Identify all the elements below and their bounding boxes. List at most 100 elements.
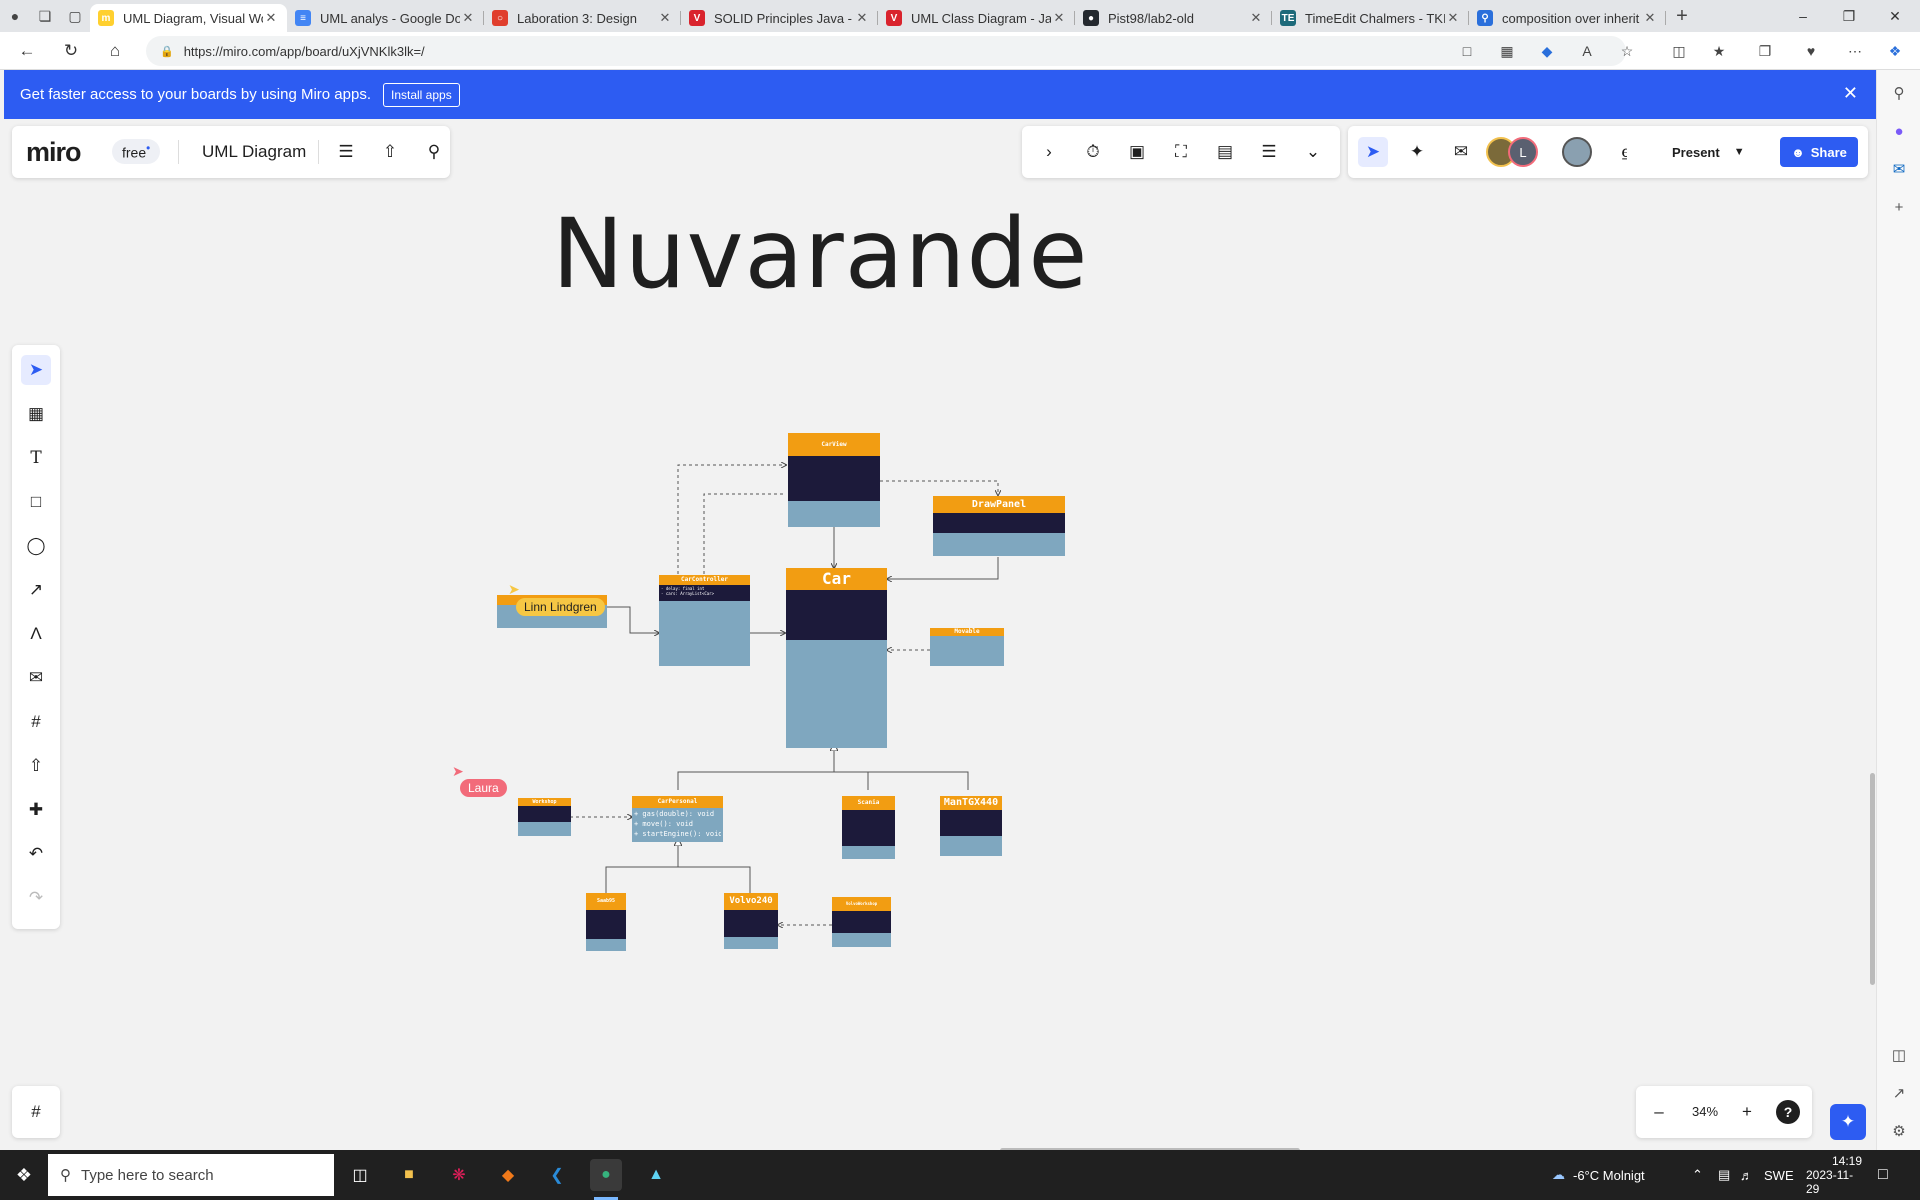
add-sidebar-icon[interactable]: +: [1888, 196, 1910, 218]
class-methods: [724, 937, 778, 949]
browser-tab[interactable]: ○ Laboration 3: Design ✕: [484, 4, 681, 32]
browser-tab-strip: ● ❏ ▢ m UML Diagram, Visual Wo ✕ ≡ UML analy…: [0, 0, 1920, 32]
clock[interactable]: 14:19 2023-11-29: [1806, 1150, 1862, 1200]
sidebar-toggle-icon[interactable]: ◫: [1888, 1044, 1910, 1066]
windows-start-icon[interactable]: ❖: [8, 1159, 40, 1191]
notifications-icon[interactable]: □: [1878, 1150, 1888, 1200]
back-icon[interactable]: ←: [12, 37, 42, 65]
uml-class-drawpanel[interactable]: DrawPanel: [933, 496, 1065, 556]
class-methods: [930, 636, 1004, 666]
new-tab-button[interactable]: +: [1666, 0, 1698, 32]
apps-icon[interactable]: ▦: [1496, 40, 1518, 62]
outlook-icon[interactable]: ✉: [1888, 158, 1910, 180]
close-tab-icon[interactable]: ✕: [854, 10, 870, 26]
favorite-icon[interactable]: ☆: [1616, 40, 1638, 62]
vscode-icon[interactable]: ❮: [541, 1159, 573, 1191]
close-window-icon[interactable]: ✕: [1872, 0, 1918, 32]
browser-tab[interactable]: ● Pist98/lab2-old ✕: [1075, 4, 1272, 32]
class-attributes: [933, 513, 1065, 533]
home-icon[interactable]: ⌂: [100, 37, 130, 65]
browser-essentials-icon[interactable]: ♥: [1800, 40, 1822, 62]
class-name: Car: [786, 568, 887, 590]
taskbar-search[interactable]: ⚲ Type here to search: [48, 1154, 334, 1196]
class-methods: [933, 533, 1065, 556]
close-tab-icon[interactable]: ✕: [263, 10, 279, 26]
close-tab-icon[interactable]: ✕: [1051, 10, 1067, 26]
board-canvas[interactable]: miro free• UML Diagram ☰ ⇧ ⚲ › ⏱ ▣ ⛶ ▤ ☰…: [4, 119, 1876, 1150]
close-tab-icon[interactable]: ✕: [460, 10, 476, 26]
uml-class-carpersonal[interactable]: CarPersonal + gas(double): void + move()…: [632, 796, 723, 842]
close-banner-icon[interactable]: ✕: [1843, 83, 1858, 104]
class-attributes: [940, 810, 1002, 836]
uml-class-carview[interactable]: CarView: [788, 433, 880, 527]
show-hidden-icons[interactable]: ⌃: [1692, 1150, 1703, 1200]
cursor-pointer-icon: ➤: [452, 763, 464, 779]
uml-class-scania[interactable]: Scania: [842, 796, 895, 859]
read-aloud-icon[interactable]: A: [1576, 40, 1598, 62]
app-icon[interactable]: ◆: [492, 1159, 524, 1191]
tab-actions-icon[interactable]: ▢: [60, 0, 90, 32]
lock-icon: 🔒: [160, 45, 174, 58]
class-methods: + gas(double): void + move(): void + sta…: [632, 808, 723, 842]
volume-icon[interactable]: ♬: [1740, 1150, 1753, 1200]
close-tab-icon[interactable]: ✕: [1642, 10, 1658, 26]
browser-tab[interactable]: V UML Class Diagram - Jav ✕: [878, 4, 1075, 32]
install-apps-button[interactable]: Install apps: [383, 82, 460, 107]
v-favicon-icon: V: [886, 10, 902, 26]
more-icon[interactable]: ⋯: [1844, 40, 1866, 62]
address-bar: ← ↻ ⌂ 🔒 https://miro.com/app/board/uXjVN…: [0, 32, 1920, 70]
browser-tab[interactable]: V SOLID Principles Java - Ja ✕: [681, 4, 878, 32]
minimize-icon[interactable]: –: [1780, 0, 1826, 32]
browser-tab[interactable]: m UML Diagram, Visual Wo ✕: [90, 4, 287, 32]
uml-class-mantgx440[interactable]: ManTGX440: [940, 796, 1002, 856]
read-mode-icon[interactable]: □: [1456, 40, 1478, 62]
class-name: Volvo240: [724, 893, 778, 910]
uml-class-car[interactable]: Car: [786, 568, 887, 748]
class-name: Scania: [842, 796, 895, 810]
browser-tab[interactable]: ⚲ composition over inherit ✕: [1469, 4, 1666, 32]
close-tab-icon[interactable]: ✕: [657, 10, 673, 26]
external-link-icon[interactable]: ↗: [1888, 1082, 1910, 1104]
url-field[interactable]: 🔒 https://miro.com/app/board/uXjVNKlk3lk…: [146, 36, 1626, 66]
install-apps-banner: Get faster access to your boards by usin…: [4, 70, 1876, 119]
favorites-icon[interactable]: ★: [1708, 40, 1730, 62]
close-tab-icon[interactable]: ✕: [1248, 10, 1264, 26]
class-name: DrawPanel: [933, 496, 1065, 513]
uml-class-volvo240[interactable]: Volvo240: [724, 893, 778, 949]
workspaces-icon[interactable]: ❏: [30, 0, 60, 32]
class-attributes: [832, 911, 891, 933]
uml-class-volvoworkshop[interactable]: VolvoWorkshop: [832, 897, 891, 947]
file-explorer-icon[interactable]: ■: [393, 1159, 425, 1191]
attribute: - cars: ArrayList<Car>: [661, 591, 714, 596]
github-favicon-icon: ●: [1083, 10, 1099, 26]
restore-icon[interactable]: ❐: [1826, 0, 1872, 32]
copilot-icon[interactable]: ❖: [1884, 40, 1906, 62]
search-sidebar-icon[interactable]: ⚲: [1888, 82, 1910, 104]
refresh-icon[interactable]: ↻: [56, 37, 86, 65]
uml-class-saab95[interactable]: Saab95: [586, 893, 626, 951]
close-tab-icon[interactable]: ✕: [1445, 10, 1461, 26]
profile-icon[interactable]: ●: [0, 0, 30, 32]
language-indicator[interactable]: SWE: [1764, 1150, 1794, 1200]
weather-text: -6°C Molnigt: [1573, 1167, 1645, 1183]
copilot-sidebar-icon[interactable]: ●: [1888, 120, 1910, 142]
uml-interface-movable[interactable]: Movable: [930, 628, 1004, 666]
cloud-icon: ☁: [1552, 1167, 1565, 1182]
uml-class-carcontroller[interactable]: CarController - delay: final int - cars:…: [659, 575, 750, 666]
class-attributes: [842, 810, 895, 846]
class-methods: [659, 601, 750, 666]
split-screen-icon[interactable]: ◫: [1668, 40, 1690, 62]
uml-class-workshop[interactable]: Workshop: [518, 798, 571, 836]
browser-tab[interactable]: ≡ UML analys - Google Do ✕: [287, 4, 484, 32]
app-icon[interactable]: ▲: [640, 1159, 672, 1191]
task-view-icon[interactable]: ◫: [344, 1159, 376, 1191]
settings-icon[interactable]: ⚙: [1888, 1120, 1910, 1142]
search-placeholder: Type here to search: [81, 1166, 214, 1184]
weather-widget[interactable]: ☁ -6°C Molnigt: [1552, 1150, 1645, 1200]
network-icon[interactable]: ▤: [1718, 1150, 1730, 1200]
collections-icon[interactable]: ❐: [1754, 40, 1776, 62]
browser-tab[interactable]: TE TimeEdit Chalmers - TKIT ✕: [1272, 4, 1469, 32]
shopping-icon[interactable]: ◆: [1536, 40, 1558, 62]
slack-icon[interactable]: ❋: [443, 1159, 475, 1191]
edge-icon[interactable]: ●: [590, 1159, 622, 1191]
